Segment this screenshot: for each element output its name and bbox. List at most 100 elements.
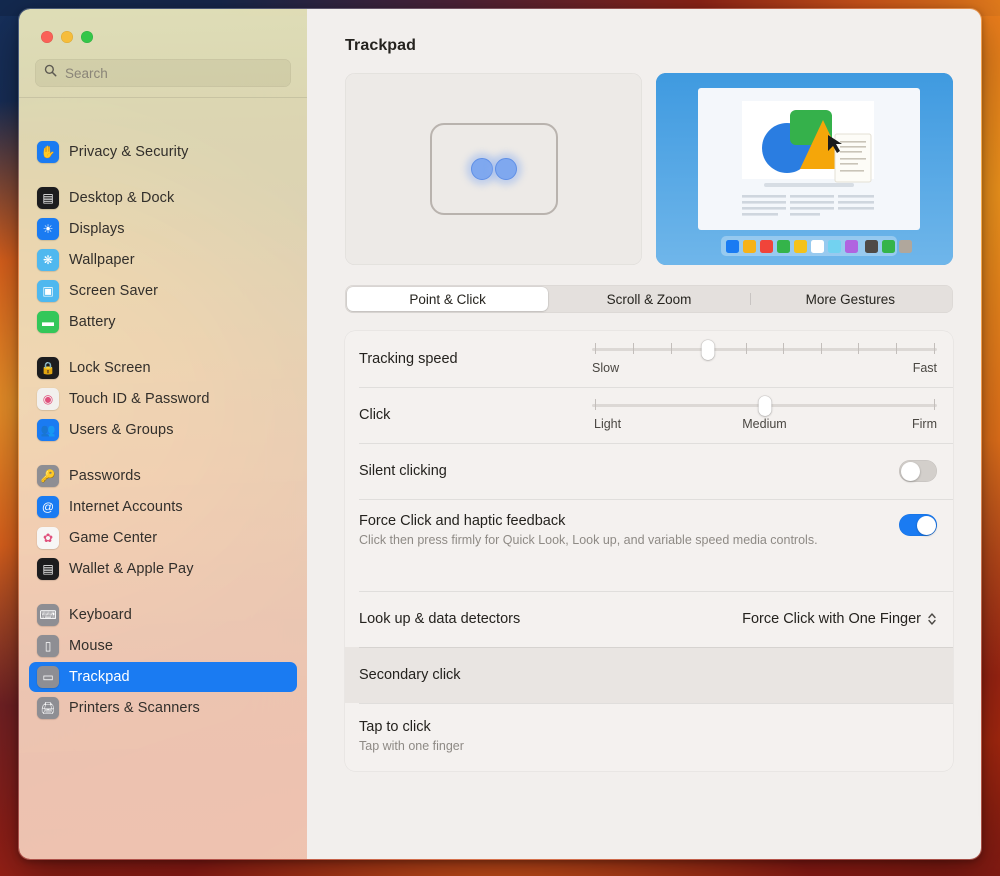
tracking-speed-track	[592, 348, 937, 351]
sidebar-item-desktop-dock[interactable]: ▤Desktop & Dock	[29, 183, 297, 213]
battery-icon: ▬	[37, 311, 59, 333]
passwords-key-icon: 🔑	[37, 465, 59, 487]
sidebar-item-label: Screen Saver	[69, 283, 158, 299]
sidebar-item-lock-screen[interactable]: 🔒 Lock Screen	[29, 353, 297, 383]
slider-tick	[783, 343, 784, 354]
sidebar-item-touch-id-password[interactable]: ◉Touch ID & Password	[29, 384, 297, 414]
sidebar-group-4: ⌨Keyboard▯Mouse ▭ Trackpad 🖨 Printers & Scan…	[19, 600, 307, 738]
keyboard-icon: ⌨	[37, 604, 59, 626]
slider-tick	[746, 343, 747, 354]
slider-tick	[595, 399, 596, 410]
row-tracking-speed: Tracking speed Slow Fast	[345, 331, 953, 387]
close-button[interactable]	[41, 31, 53, 43]
force-click-toggle[interactable]	[899, 514, 937, 536]
wallet-apple-pay-icon: ▤	[37, 558, 59, 580]
row-silent-clicking: Silent clicking	[345, 443, 953, 499]
slider-knob[interactable]	[702, 340, 715, 360]
tracking-speed-label-cell: Tracking speed	[359, 351, 592, 367]
hand-raised-icon: ✋	[37, 141, 59, 163]
settings-card: Tracking speed Slow Fast	[345, 331, 953, 771]
printers-scanners-icon: 🖨	[37, 697, 59, 719]
tracking-speed-slider[interactable]	[592, 341, 937, 357]
trackpad-illustration	[345, 73, 642, 265]
slider-tick	[821, 343, 822, 354]
sidebar-item-mouse[interactable]: ▯Mouse	[29, 631, 297, 661]
click-slider[interactable]	[592, 397, 937, 413]
tab-scroll-zoom[interactable]: Scroll & Zoom	[548, 287, 749, 311]
look-up-label-cell: Look up & data detectors	[359, 611, 742, 627]
sidebar-item-trackpad[interactable]: ▭ Trackpad	[29, 662, 297, 692]
sidebar-item-internet-accounts[interactable]: @Internet Accounts	[29, 492, 297, 522]
row-force-click: Force Click and haptic feedback Click th…	[345, 499, 953, 591]
zoom-button[interactable]	[81, 31, 93, 43]
sidebar-item-label: Lock Screen	[69, 360, 151, 376]
segmented-tabs[interactable]: Point & ClickScroll & Zoom More Gestures	[345, 285, 953, 313]
toggle-knob	[917, 516, 936, 535]
click-label: Click	[359, 407, 592, 423]
secondary-click-label: Secondary click	[359, 667, 937, 683]
sidebar-item-privacy-security[interactable]: ✋Privacy & Security	[29, 137, 297, 167]
sidebar-group-1: ▤Desktop & Dock☀Displays ❋ Wallpaper ▣Scree…	[19, 183, 307, 352]
lock-screen-icon: 🔒	[37, 357, 59, 379]
slider-tick	[934, 399, 935, 410]
sidebar-item-users-groups[interactable]: 👥Users & Groups	[29, 415, 297, 445]
look-up-label: Look up & data detectors	[359, 611, 742, 627]
desktop-background: ✋Privacy & Security▤Desktop & Dock☀Displ…	[0, 0, 1000, 876]
tap-to-click-label-cell: Tap to click Tap with one finger	[359, 719, 937, 755]
window-controls[interactable]	[19, 9, 307, 43]
sidebar-item-printers-scanners[interactable]: 🖨 Printers & Scanners	[29, 693, 297, 723]
silent-clicking-label: Silent clicking	[359, 463, 899, 479]
search-input[interactable]	[65, 66, 282, 81]
sidebar-item-keyboard[interactable]: ⌨Keyboard	[29, 600, 297, 630]
tap-to-click-label: Tap to click	[359, 719, 937, 735]
trackpad-icon: ▭	[37, 666, 59, 688]
sidebar-item-label: Mouse	[69, 638, 113, 654]
sidebar-item-wallet-apple-pay[interactable]: ▤Wallet & Apple Pay	[29, 554, 297, 584]
click-mid-label: Medium	[742, 417, 786, 431]
tab-point-click[interactable]: Point & Click	[347, 287, 548, 311]
tracking-speed-min-label: Slow	[592, 361, 619, 375]
silent-clicking-toggle[interactable]	[899, 460, 937, 482]
sidebar-item-label: Trackpad	[69, 669, 130, 685]
row-secondary-click[interactable]: Secondary click	[345, 647, 953, 703]
row-look-up: Look up & data detectors Force Click wit…	[345, 591, 953, 647]
slider-tick	[934, 343, 935, 354]
finger-dot-right-icon	[495, 158, 517, 180]
tab-label: More Gestures	[806, 292, 895, 307]
row-click: Click Light Medium Firm	[345, 387, 953, 443]
slider-tick	[595, 343, 596, 354]
finger-dot-left-icon	[471, 158, 493, 180]
sidebar-scroll-area[interactable]: ✋Privacy & Security▤Desktop & Dock☀Displ…	[19, 134, 307, 859]
sidebar-item-label: Desktop & Dock	[69, 190, 174, 206]
sidebar-item-displays[interactable]: ☀Displays	[29, 214, 297, 244]
search-box[interactable]	[35, 59, 291, 87]
click-scale-labels: Light Medium Firm	[592, 417, 937, 433]
main-pane: Trackpad	[307, 9, 981, 859]
click-slider-cell[interactable]: Light Medium Firm	[592, 391, 937, 439]
sidebar-item-battery[interactable]: ▬ Battery	[29, 307, 297, 337]
sidebar-item-game-center[interactable]: ✿Game Center	[29, 523, 297, 553]
internet-accounts-icon: @	[37, 496, 59, 518]
minimize-button[interactable]	[61, 31, 73, 43]
gesture-video-preview[interactable]	[656, 73, 953, 265]
tracking-speed-slider-cell[interactable]: Slow Fast	[592, 335, 937, 383]
tab-more-gestures[interactable]: More Gestures	[750, 287, 951, 311]
chevron-up-down-icon	[927, 611, 937, 627]
sidebar-item-label: Printers & Scanners	[69, 700, 200, 716]
sidebar-divider	[19, 97, 307, 98]
sidebar-item-wallpaper[interactable]: ❋ Wallpaper	[29, 245, 297, 275]
force-click-label: Force Click and haptic feedback	[359, 513, 899, 529]
system-settings-window: ✋Privacy & Security▤Desktop & Dock☀Displ…	[18, 8, 982, 860]
slider-knob[interactable]	[758, 396, 771, 416]
sidebar-item-label: Battery	[69, 314, 116, 330]
sidebar-item-label: Users & Groups	[69, 422, 174, 438]
wallpaper-icon: ❋	[37, 249, 59, 271]
sidebar-item-screen-saver[interactable]: ▣Screen Saver	[29, 276, 297, 306]
sidebar-item-passwords[interactable]: 🔑Passwords	[29, 461, 297, 491]
sidebar-item-label: Wallpaper	[69, 252, 135, 268]
search-icon	[44, 64, 57, 82]
secondary-click-label-cell: Secondary click	[359, 667, 937, 683]
look-up-popup-button[interactable]: Force Click with One Finger	[742, 611, 937, 627]
game-center-icon: ✿	[37, 527, 59, 549]
click-min-label: Light	[594, 417, 621, 431]
